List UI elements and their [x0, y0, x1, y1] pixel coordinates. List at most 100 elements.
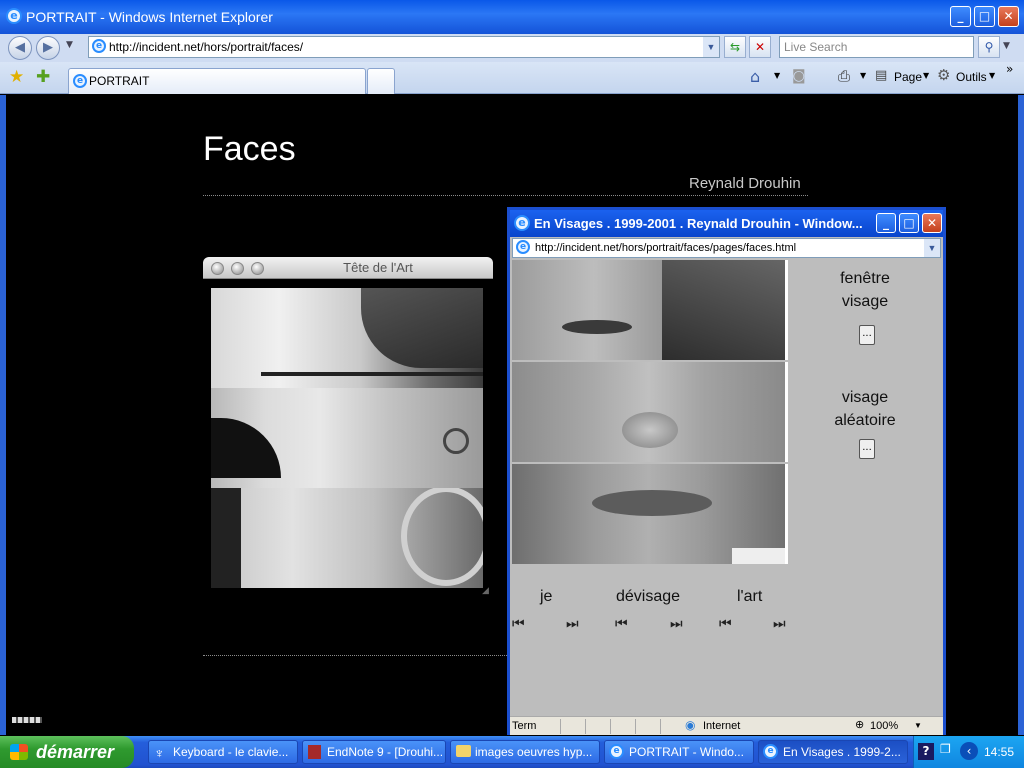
add-favorite-icon[interactable]: ✚	[36, 67, 50, 87]
popup-titlebar[interactable]: e En Visages . 1999-2001 . Reynald Drouh…	[510, 210, 943, 237]
popup-title: En Visages . 1999-2001 . Reynald Drouhin…	[534, 216, 863, 231]
print-dropdown-icon[interactable]: ▼	[860, 71, 866, 80]
address-dropdown-icon[interactable]: ▼	[703, 37, 719, 57]
tab-portrait[interactable]: e PORTRAIT	[68, 68, 366, 94]
status-text: Term	[512, 720, 537, 732]
window-face-label-line2: visage	[841, 293, 889, 310]
endnote-app-icon	[308, 745, 321, 759]
mac-window-titlebar[interactable]: Tête de l'Art	[203, 257, 493, 279]
je-next-icon[interactable]: ⏭	[566, 616, 579, 632]
start-button[interactable]: démarrer	[0, 736, 134, 768]
devisage-next-icon[interactable]: ⏭	[670, 616, 683, 632]
popup-minimize-button[interactable]: _	[876, 213, 896, 233]
zoom-level[interactable]: 100%	[870, 720, 898, 732]
window-face-button[interactable]: ...	[859, 325, 875, 345]
popup-face-eyes[interactable]	[512, 260, 788, 360]
search-placeholder: Live Search	[784, 40, 848, 54]
window-face-label-line1: fenêtre	[840, 270, 890, 287]
tray-chevron-icon[interactable]: ‹	[960, 742, 978, 760]
popup-address-dropdown-icon[interactable]: ▼	[924, 239, 940, 257]
lart-prev-icon[interactable]: ⏮	[719, 616, 732, 632]
resize-grip-icon[interactable]: ◢	[482, 586, 489, 596]
search-icon[interactable]: ⚲	[978, 36, 1000, 58]
navigation-bar: ◀ ▶ ▼ e http://incident.net/hors/portrai…	[0, 34, 1024, 62]
glasses-band	[261, 372, 483, 376]
tab-label: PORTRAIT	[89, 74, 150, 88]
popup-close-button[interactable]: ✕	[922, 213, 942, 233]
favorites-star-icon[interactable]: ★	[9, 67, 24, 87]
window-title: PORTRAIT - Windows Internet Explorer	[26, 9, 273, 25]
window-frame-right	[1018, 95, 1024, 735]
popup-ie-icon: e	[514, 215, 530, 231]
tab-bar: ★ ✚ e PORTRAIT ⌂ ▼ ◙ ⎙ ▼ ▤ Page ▼ ⚙ Outi…	[0, 62, 1024, 94]
zoom-dropdown-icon[interactable]: ▼	[914, 721, 922, 730]
zone-text: Internet	[703, 720, 741, 732]
task-label-5: En Visages . 1999-2...	[783, 745, 901, 759]
popup-address-bar[interactable]: e http://incident.net/hors/portrait/face…	[512, 238, 941, 258]
refresh-icon[interactable]: ⇆	[724, 36, 746, 58]
home-icon[interactable]: ⌂	[750, 67, 760, 86]
task-label-1: Keyboard - le clavie...	[173, 745, 289, 759]
loading-indicator	[12, 717, 42, 723]
en-visages-popup-window[interactable]: e En Visages . 1999-2001 . Reynald Drouh…	[507, 207, 946, 735]
lart-next-icon[interactable]: ⏭	[773, 616, 786, 632]
random-face-button[interactable]: ...	[859, 439, 875, 459]
task-keyboard[interactable]: ♆ Keyboard - le clavie...	[148, 740, 298, 764]
clock: 14:55	[984, 745, 1015, 759]
divider-top	[203, 195, 808, 196]
chevron-more-icon[interactable]: »	[1006, 62, 1013, 76]
page-menu[interactable]: Page	[894, 70, 922, 84]
help-icon[interactable]: ?	[918, 743, 934, 760]
window-face-label: fenêtre visage	[810, 267, 920, 313]
nav-label-lart: l'art	[737, 588, 763, 605]
popup-face-mouth[interactable]	[512, 464, 788, 564]
task-images[interactable]: images oeuvres hyp...	[450, 740, 600, 764]
system-tray: ? ❐ ‹ 14:55	[913, 736, 1024, 768]
window-switch-icon[interactable]: ❐	[940, 742, 951, 756]
home-dropdown-icon[interactable]: ▼	[774, 71, 780, 80]
task-portrait[interactable]: e PORTRAIT - Windo...	[604, 740, 754, 764]
author-link[interactable]: Reynald Drouhin	[689, 175, 801, 192]
tools-dropdown-icon[interactable]: ▼	[989, 71, 995, 80]
random-face-label-line1: visage	[841, 389, 889, 406]
maximize-button[interactable]: □	[974, 6, 995, 27]
back-icon[interactable]: ◀	[8, 36, 32, 60]
search-options-icon[interactable]: ▼	[1003, 41, 1010, 51]
face-strip-bottom	[211, 488, 483, 588]
eye-shape	[562, 320, 632, 334]
hair-shape	[361, 288, 483, 368]
address-bar[interactable]: e http://incident.net/hors/portrait/face…	[88, 36, 720, 58]
new-tab-button[interactable]	[367, 68, 395, 94]
page-dropdown-icon[interactable]: ▼	[923, 71, 929, 80]
nose-shape	[622, 412, 678, 448]
task-label-4: PORTRAIT - Windo...	[629, 745, 744, 759]
devisage-prev-icon[interactable]: ⏮	[615, 616, 628, 632]
history-dropdown-icon[interactable]: ▼	[66, 40, 73, 50]
windows-logo-icon	[10, 744, 28, 760]
page-title: Faces	[203, 130, 296, 168]
search-input[interactable]: Live Search	[779, 36, 974, 58]
task-label-2: EndNote 9 - [Drouhi...	[327, 745, 444, 759]
stop-icon[interactable]: ✕	[749, 36, 771, 58]
status-sep-3	[610, 719, 611, 734]
popup-address-text: http://incident.net/hors/portrait/faces/…	[535, 242, 797, 254]
ie-titlebar[interactable]: e PORTRAIT - Windows Internet Explorer _…	[0, 0, 1024, 34]
gear-icon: ⚙	[937, 66, 951, 84]
minimize-button[interactable]: _	[950, 6, 971, 27]
close-button[interactable]: ✕	[998, 6, 1019, 27]
print-icon[interactable]: ⎙	[838, 67, 850, 85]
popup-hair-shape	[662, 260, 785, 360]
random-face-label: visage aléatoire	[810, 386, 920, 432]
tete-de-l-art-window[interactable]: Tête de l'Art ◢	[203, 257, 493, 599]
face-strip-top	[211, 288, 483, 388]
task-en-visages[interactable]: e En Visages . 1999-2...	[758, 740, 908, 764]
popup-status-bar: Term ◉ Internet ⊕ 100% ▼	[510, 716, 943, 735]
popup-maximize-button[interactable]: □	[899, 213, 919, 233]
tools-menu[interactable]: Outils	[956, 70, 987, 84]
feeds-icon[interactable]: ◙	[792, 68, 806, 84]
task-endnote[interactable]: EndNote 9 - [Drouhi...	[302, 740, 446, 764]
popup-face-nose[interactable]	[512, 362, 788, 462]
forward-icon[interactable]: ▶	[36, 36, 60, 60]
ie-logo-icon: e	[6, 8, 22, 24]
je-prev-icon[interactable]: ⏮	[512, 616, 525, 632]
